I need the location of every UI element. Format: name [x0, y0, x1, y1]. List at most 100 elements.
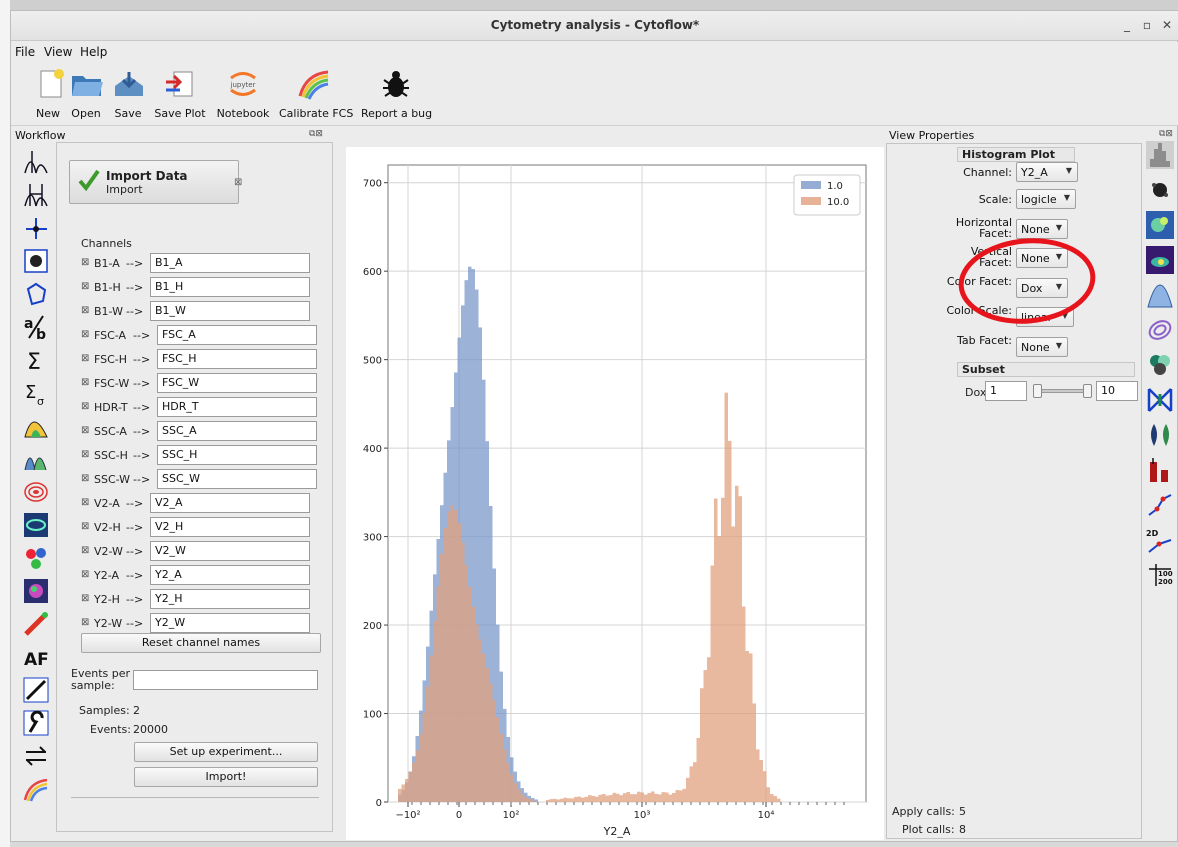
menu-file[interactable]: File — [15, 45, 35, 59]
clustering-icon[interactable] — [23, 545, 49, 571]
remove-channel-icon[interactable]: ⊠ — [81, 569, 89, 580]
ratio-icon[interactable]: ab — [23, 314, 49, 340]
polygon-icon[interactable] — [23, 281, 49, 307]
bar-chart-icon[interactable] — [1146, 456, 1174, 484]
bleedthrough-icon[interactable] — [23, 677, 49, 703]
remove-channel-icon[interactable]: ⊠ — [81, 353, 89, 364]
channel-name-input[interactable]: V2_W — [150, 541, 310, 561]
reset-channel-names-button[interactable]: Reset channel names — [81, 633, 321, 653]
range-icon[interactable] — [23, 182, 49, 208]
remove-channel-icon[interactable]: ⊠ — [81, 281, 89, 292]
import-data-card[interactable]: Import Data Import — [69, 160, 239, 204]
spectrum-icon[interactable] — [23, 413, 49, 439]
maximize-button[interactable]: ▫ — [1139, 17, 1155, 33]
histogram-view-icon[interactable] — [1146, 141, 1174, 169]
table-view-icon[interactable]: 100200 — [1146, 561, 1174, 589]
slider-max-handle[interactable] — [1083, 384, 1092, 398]
close-button[interactable]: ✕ — [1159, 17, 1175, 33]
remove-channel-icon[interactable]: ⊠ — [81, 449, 89, 460]
save-button[interactable]: Save — [111, 66, 145, 124]
remove-channel-icon[interactable]: ⊠ — [81, 593, 89, 604]
channel-name-input[interactable]: FSC_H — [157, 349, 317, 369]
remove-channel-icon[interactable]: ⊠ — [81, 473, 89, 484]
save-plot-button[interactable]: Save Plot — [153, 66, 207, 124]
channel-name-input[interactable]: FSC_W — [157, 373, 317, 393]
report-bug-button[interactable]: Report a bug — [361, 66, 432, 124]
channel-select[interactable]: Y2_A ▼ — [1016, 162, 1078, 182]
events-per-sample-input[interactable] — [133, 670, 318, 690]
menu-bar: File View Help — [11, 42, 1178, 62]
menu-help[interactable]: Help — [80, 45, 107, 59]
bar-series-2 — [556, 799, 560, 802]
open-button[interactable]: Open — [69, 66, 103, 124]
channel-name-input[interactable]: V2_A — [150, 493, 310, 513]
remove-channel-icon[interactable]: ⊠ — [81, 425, 89, 436]
setup-experiment-button[interactable]: Set up experiment... — [134, 742, 318, 762]
subset-min-input[interactable]: 1 — [985, 381, 1027, 401]
channel-name-input[interactable]: B1_A — [150, 253, 310, 273]
view-dock-float-button[interactable]: ⧉⊠ — [1159, 129, 1173, 139]
minimize-button[interactable]: _ — [1119, 17, 1135, 33]
remove-channel-icon[interactable]: ⊠ — [81, 377, 89, 388]
new-button[interactable]: New — [33, 66, 64, 124]
violin-view-icon[interactable] — [1146, 351, 1174, 379]
stats-2d-icon[interactable]: 2D — [1146, 526, 1174, 554]
channel-name-input[interactable]: Y2_A — [150, 565, 310, 585]
channel-name-input[interactable]: Y2_H — [150, 589, 310, 609]
gaussian-mixture-icon[interactable] — [23, 446, 49, 472]
density-icon[interactable] — [23, 479, 49, 505]
channel-name-input[interactable]: SSC_W — [157, 469, 317, 489]
threshold-icon[interactable] — [23, 149, 49, 175]
channel-name-input[interactable]: HDR_T — [157, 397, 317, 417]
stats-1d-icon[interactable] — [1146, 491, 1174, 519]
calibrate-fcs-button[interactable]: Calibrate FCS — [279, 66, 353, 124]
polygon-scatter-icon[interactable] — [23, 248, 49, 274]
autofluorescence-icon[interactable]: AF — [23, 644, 49, 670]
remove-channel-icon[interactable]: ⊠ — [81, 401, 89, 412]
remove-channel-icon[interactable]: ⊠ — [81, 521, 89, 532]
channel-row: ⊠ FSC-W --> FSC_W — [81, 373, 321, 395]
channel-swap-icon[interactable] — [23, 743, 49, 769]
tsne-icon[interactable] — [23, 578, 49, 604]
quad-icon[interactable] — [23, 215, 49, 241]
density-map-view-icon[interactable] — [1146, 246, 1174, 274]
tasbe-icon[interactable] — [23, 776, 49, 802]
import-button[interactable]: Import! — [134, 767, 318, 787]
remove-channel-icon[interactable]: ⊠ — [81, 305, 89, 316]
menu-view[interactable]: View — [44, 45, 72, 59]
sum-sigma-icon[interactable]: Σσ — [23, 380, 49, 406]
channel-name-input[interactable]: B1_H — [150, 277, 310, 297]
dock-float-button[interactable]: ⧉⊠ — [309, 129, 323, 139]
tab-facet-select[interactable]: None ▼ — [1016, 337, 1068, 357]
color-translation-icon[interactable] — [23, 710, 49, 736]
remove-channel-icon[interactable]: ⊠ — [81, 545, 89, 556]
flow-peaks-icon[interactable] — [23, 611, 49, 637]
channel-source-label: FSC-W — [94, 377, 130, 390]
scale-select[interactable]: logicle ▼ — [1016, 189, 1076, 209]
kde-1d-view-icon[interactable] — [1146, 281, 1174, 309]
subset-max-input[interactable]: 10 — [1096, 381, 1138, 401]
channel-name-input[interactable]: SSC_A — [157, 421, 317, 441]
channel-name-input[interactable]: Y2_W — [150, 613, 310, 633]
notebook-button[interactable]: jupyter Notebook — [215, 66, 271, 124]
title-bar[interactable]: Cytometry analysis - Cytoflow* _ ▫ ✕ — [11, 11, 1178, 41]
bead-calibration-icon[interactable] — [23, 512, 49, 538]
remove-channel-icon[interactable]: ⊠ — [81, 617, 89, 628]
remove-channel-icon[interactable]: ⊠ — [81, 329, 89, 340]
channel-name-input[interactable]: B1_W — [150, 301, 310, 321]
parallel-coords-view-icon[interactable] — [1146, 386, 1174, 414]
channel-name-input[interactable]: FSC_A — [157, 325, 317, 345]
remove-channel-icon[interactable]: ⊠ — [81, 497, 89, 508]
violin-plot-icon[interactable] — [1146, 421, 1174, 449]
sum-icon[interactable]: Σ — [23, 347, 49, 373]
bar-series-2 — [728, 440, 732, 802]
remove-operation-icon[interactable]: ⊠ — [234, 177, 242, 188]
channel-name-input[interactable]: SSC_H — [157, 445, 317, 465]
bar-series-2 — [419, 734, 423, 802]
remove-channel-icon[interactable]: ⊠ — [81, 257, 89, 268]
density-2d-view-icon[interactable] — [1146, 211, 1174, 239]
channel-name-input[interactable]: V2_H — [150, 517, 310, 537]
slider-min-handle[interactable] — [1033, 384, 1042, 398]
scatterplot-view-icon[interactable] — [1146, 176, 1174, 204]
kde-2d-view-icon[interactable] — [1146, 316, 1174, 344]
